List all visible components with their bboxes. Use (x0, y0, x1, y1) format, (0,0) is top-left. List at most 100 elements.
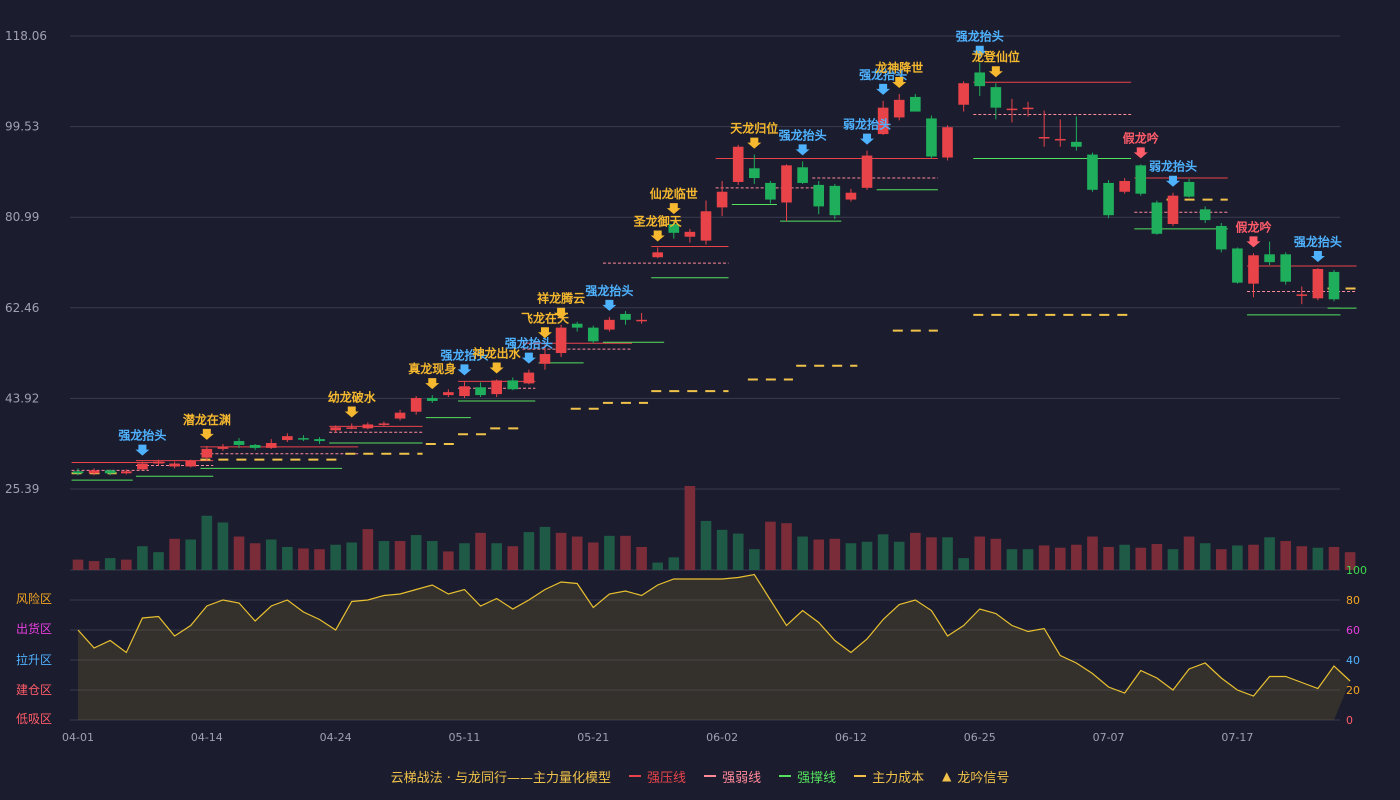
volume-bar (137, 546, 148, 570)
candle-body (72, 471, 84, 474)
signal-arrow-icon (489, 362, 504, 374)
volume-bar (491, 543, 502, 570)
price-tick-label: 99.53 (5, 120, 39, 134)
volume-bar (571, 536, 583, 570)
candle-body (185, 460, 197, 467)
signal-arrow-icon (521, 352, 536, 364)
volume-bar (539, 526, 551, 570)
volume-bar (346, 542, 358, 570)
volume-series (72, 486, 1356, 570)
volume-bar (1151, 543, 1163, 570)
candle-body (1135, 165, 1147, 194)
legend-label-cost: 主力成本 (872, 770, 925, 786)
volume-bar (587, 542, 599, 570)
volume-bar (555, 532, 567, 570)
legend-label-weak: 强弱线 (722, 770, 762, 786)
volume-bar (877, 534, 889, 570)
price-tick-label: 80.99 (5, 210, 39, 224)
signal-label: 仙龙临世 (650, 186, 698, 201)
volume-bar (1022, 549, 1034, 570)
volume-bar (1280, 541, 1292, 570)
volume-bar (378, 541, 390, 570)
candlestick-series (72, 62, 1340, 476)
candle-body (926, 118, 937, 157)
volume-bar (1087, 536, 1098, 570)
oscillator-tick-label: 80 (1346, 594, 1360, 607)
candle-body (153, 461, 164, 464)
candle-body (426, 398, 438, 401)
candle-body (861, 155, 873, 188)
candle-body (974, 72, 986, 87)
candle-body (781, 165, 792, 203)
candle-body (571, 323, 583, 328)
price-tick-label: 118.06 (5, 29, 47, 43)
signal-arrow-icon (1246, 236, 1261, 248)
signal-label: 真龙现身 (408, 361, 456, 376)
volume-bar (1183, 536, 1195, 570)
oscillator-area (78, 574, 1351, 720)
signal-label: 强龙抬头 (585, 283, 633, 298)
signal-label: 弱龙抬头 (843, 117, 891, 132)
candle-body (1248, 255, 1259, 284)
candle-body (1071, 141, 1082, 147)
volume-bar (748, 549, 760, 570)
candle-body (539, 354, 551, 364)
volume-bar (459, 543, 470, 570)
signal-arrow-icon (344, 406, 359, 418)
signal-arrow-icon (988, 66, 1003, 78)
candle-body (732, 146, 744, 182)
signal-arrow-icon (876, 83, 891, 95)
candle-body (1167, 195, 1179, 225)
candle-body (394, 412, 406, 419)
candle-body (587, 327, 599, 342)
candle-body (1103, 182, 1114, 216)
zone-label: 风险区 (16, 591, 52, 606)
signal-label: 假龙吟 (1235, 219, 1271, 234)
signal-label: 潜龙在渊 (183, 412, 231, 427)
legend-label-support: 强撑线 (797, 770, 837, 786)
price-tick-label: 43.92 (5, 391, 39, 405)
volume-bar (958, 558, 969, 570)
legend-label-signal: 龙吟信号 (957, 770, 1010, 786)
volume-bar (652, 562, 664, 570)
date-tick-label: 06-02 (706, 731, 738, 744)
signal-label: 弱龙抬头 (1149, 159, 1197, 174)
triangle-icon: ▲ (942, 769, 952, 783)
volume-bar (893, 541, 905, 570)
volume-bar (942, 537, 953, 570)
candle-body (700, 211, 712, 241)
zone-label: 出货区 (16, 621, 52, 636)
volume-bar (282, 546, 293, 570)
volume-bar (153, 552, 164, 570)
candle-body (507, 380, 519, 390)
signal-arrow-icon (860, 133, 875, 145)
candle-body (716, 191, 728, 208)
volume-bar (910, 532, 921, 570)
legend-label-pressure: 强压线 (647, 770, 687, 786)
legend-swatch-support (779, 775, 792, 777)
volume-bar (1054, 547, 1066, 570)
volume-bar (1119, 544, 1130, 570)
volume-bar (990, 538, 1002, 570)
legend-item-pressure: 强压线 (629, 767, 686, 786)
candle-body (1151, 202, 1163, 234)
signal-label: 幼龙破水 (328, 389, 377, 404)
legend-swatch-weak (704, 775, 717, 777)
signal-arrow-icon (425, 378, 440, 390)
chart-canvas: 强龙抬头潜龙在渊幼龙破水真龙现身强龙抬头神龙出水强龙抬头飞龙在天祥龙腾云强龙抬头… (5, 29, 1367, 744)
volume-bar (394, 541, 406, 570)
legend-item-cost: 主力成本 (854, 767, 924, 786)
oscillator-tick-label: 100 (1346, 564, 1367, 577)
legend-title: 云梯战法 · 与龙同行——主力量化模型 (390, 770, 612, 786)
volume-bar (861, 541, 873, 570)
signal-label: 强龙抬头 (779, 127, 827, 142)
volume-bar (813, 539, 825, 570)
candle-body (652, 252, 664, 258)
candle-body (120, 471, 132, 474)
candle-body (684, 231, 696, 237)
signal-label: 假龙吟 (1123, 130, 1159, 145)
volume-bar (845, 543, 857, 570)
signal-arrow-icon (135, 444, 150, 456)
candle-body (1215, 225, 1227, 250)
volume-bar (1328, 546, 1340, 570)
